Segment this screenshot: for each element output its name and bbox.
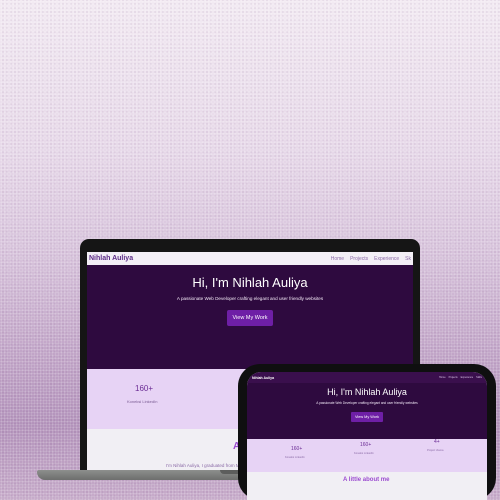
phone-nav-link-home[interactable]: Home [439, 376, 446, 379]
phone-stat-value-1: 160+ [291, 446, 303, 452]
phone-view-work-button[interactable]: View My Work [350, 412, 384, 422]
nav-links: Home Projects Experience Sk [331, 256, 411, 262]
phone-nav-link-projects[interactable]: Projects [449, 376, 458, 379]
phone-stats-section: 160+ Koneksi LinkedIn 160+ Koneksi Linke… [247, 439, 487, 472]
hero-subtitle: A passionate Web Developer crafting eleg… [176, 296, 324, 301]
hero-section: Hi, I'm Nihlah Auliya A passionate Web D… [87, 265, 413, 369]
phone-hero-section: Hi, I'm Nihlah Auliya A passionate Web D… [247, 383, 487, 439]
phone-stat-label-1: Koneksi LinkedIn [285, 456, 305, 459]
navbar: Nihlah Auliya Home Projects Experience S… [87, 252, 413, 265]
phone-stat-value-2: 160+ [360, 442, 372, 448]
phone-hero-title: Hi, I'm Nihlah Auliya [327, 387, 407, 397]
nav-link-skills[interactable]: Sk [405, 256, 411, 262]
phone-nav-link-skills[interactable]: Skills [476, 376, 482, 379]
phone-nav-links: Home Projects Experience Skills [439, 376, 482, 379]
phone-about-title: A little about me [343, 477, 390, 483]
stat-value: 160+ [135, 384, 154, 393]
view-work-button[interactable]: View My Work [226, 310, 274, 326]
phone-about-section: A little about me [247, 472, 487, 500]
phone-brand-logo[interactable]: Nihlah Auliya [252, 376, 274, 380]
nav-link-projects[interactable]: Projects [350, 256, 368, 262]
stat-label: Koneksi LinkedIn [127, 399, 158, 404]
phone-navbar: Nihlah Auliya Home Projects Experience S… [247, 372, 487, 383]
phone-hero-subtitle: A passionate Web Developer crafting eleg… [316, 401, 418, 405]
phone-mockup: Nihlah Auliya Home Projects Experience S… [238, 364, 496, 500]
phone-screen: Nihlah Auliya Home Projects Experience S… [247, 372, 487, 500]
brand-logo[interactable]: Nihlah Auliya [89, 255, 133, 262]
about-text: I'm Nihlah Auliya, I graduated from Ma [166, 463, 243, 468]
nav-link-experience[interactable]: Experience [374, 256, 399, 262]
nav-link-home[interactable]: Home [331, 256, 344, 262]
hero-title: Hi, I'm Nihlah Auliya [192, 275, 308, 290]
phone-stat-value-3: 4+ [434, 439, 440, 445]
phone-stat-label-3: Project Utama [427, 449, 444, 452]
phone-nav-link-experience[interactable]: Experience [461, 376, 474, 379]
phone-stat-label-2: Koneksi LinkedIn [354, 452, 374, 455]
